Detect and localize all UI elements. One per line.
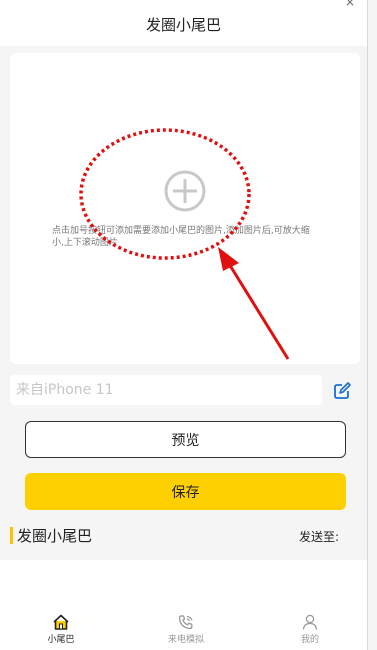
device-name-input[interactable] — [10, 375, 322, 405]
tab-tail[interactable]: 小尾巴 — [31, 614, 91, 645]
tab-label: 小尾巴 — [47, 635, 75, 645]
tab-label: 来电模拟 — [167, 635, 204, 645]
tab-profile[interactable]: 我的 — [280, 614, 340, 645]
home-icon — [53, 614, 69, 630]
device-name-field[interactable] — [10, 375, 322, 405]
save-button[interactable]: 保存 — [25, 473, 346, 510]
page-title: 发圈小尾巴 — [145, 16, 221, 34]
section-title: 发圈小尾巴 — [17, 527, 93, 545]
add-image-icon[interactable] — [163, 169, 207, 213]
user-icon — [302, 614, 318, 630]
section-header: 发圈小尾巴 发送至: — [0, 520, 367, 556]
canvas-hint: 点击加号按钮可添加需要添加小尾巴的图片,添加图片后,可放大缩小,上下滚动图片 — [52, 226, 310, 248]
close-hint[interactable]: × — [345, 0, 355, 9]
image-canvas[interactable]: 点击加号按钮可添加需要添加小尾巴的图片,添加图片后,可放大缩小,上下滚动图片 — [10, 53, 360, 364]
bottom-tab-bar: 小尾巴 来电模拟 我的 — [0, 560, 367, 650]
tab-label: 我的 — [300, 635, 319, 645]
send-to-button[interactable]: 发送至: — [299, 528, 339, 545]
section-accent-bar — [10, 527, 13, 544]
divider — [367, 0, 368, 650]
tab-call-simulator[interactable]: 来电模拟 — [156, 614, 216, 645]
top-bar: × 发圈小尾巴 — [0, 0, 367, 46]
preview-button[interactable]: 预览 — [25, 421, 346, 458]
edit-icon[interactable] — [332, 381, 352, 401]
phone-icon — [178, 615, 193, 630]
